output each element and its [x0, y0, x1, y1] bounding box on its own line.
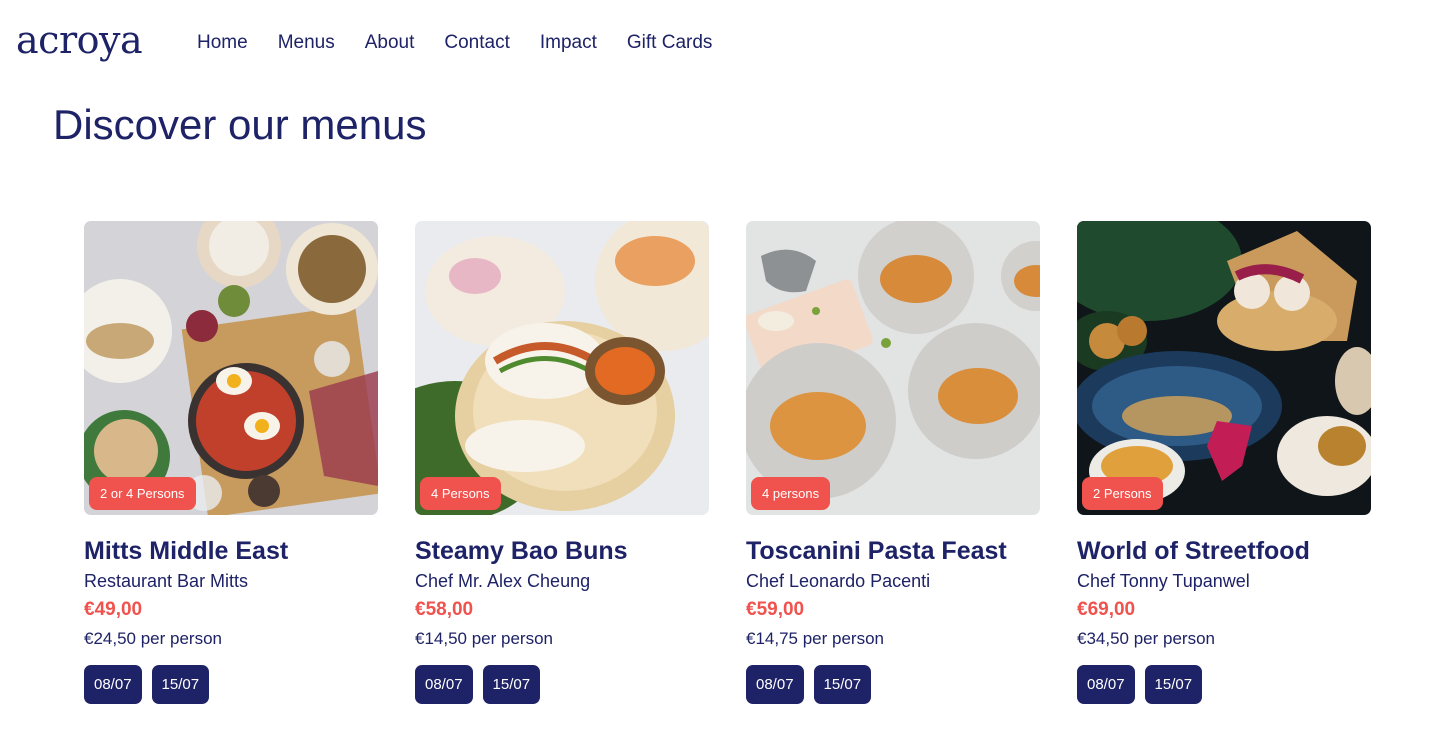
menu-image-streetfood[interactable]: 2 Persons [1077, 221, 1371, 515]
menu-title[interactable]: Steamy Bao Buns [415, 535, 709, 567]
menu-price: €49,00 [84, 599, 143, 620]
main-nav: Home Menus About Contact Impact Gift Car… [197, 31, 742, 55]
menu-card-mitts[interactable]: 2 or 4 Persons Mitts Middle East Restaur… [84, 221, 378, 704]
nav-impact[interactable]: Impact [540, 31, 597, 55]
menu-title[interactable]: Toscanini Pasta Feast [746, 535, 1040, 567]
nav-menus[interactable]: Menus [278, 31, 335, 55]
date-button[interactable]: 08/07 [415, 665, 473, 704]
date-button[interactable]: 08/07 [746, 665, 804, 704]
menu-card-streetfood[interactable]: 2 Persons World of Streetfood Chef Tonny… [1077, 221, 1371, 704]
menu-price-per-person: €14,75 per person [746, 629, 884, 648]
date-button[interactable]: 15/07 [482, 665, 541, 704]
menu-chef: Restaurant Bar Mitts [84, 571, 249, 591]
menu-price-per-person: €34,50 per person [1077, 629, 1215, 648]
menu-image-bao-buns[interactable]: 4 Persons [415, 221, 709, 515]
menu-title[interactable]: Mitts Middle East [84, 535, 378, 567]
persons-badge: 2 Persons [1082, 477, 1163, 510]
date-button[interactable]: 08/07 [1077, 665, 1135, 704]
menu-image-pasta[interactable]: 4 persons [746, 221, 1040, 515]
date-button[interactable]: 15/07 [813, 665, 872, 704]
acroya-logo[interactable]: acroya [16, 16, 143, 64]
date-button[interactable]: 08/07 [84, 665, 142, 704]
nav-contact[interactable]: Contact [444, 31, 509, 55]
nav-home[interactable]: Home [197, 31, 248, 55]
menu-title[interactable]: World of Streetfood [1077, 535, 1371, 567]
persons-badge: 4 persons [751, 477, 831, 510]
menu-chef: Chef Leonardo Pacenti [746, 571, 931, 591]
nav-about[interactable]: About [365, 31, 415, 55]
menu-price: €69,00 [1077, 599, 1136, 620]
menu-card-bao[interactable]: 4 Persons Steamy Bao Buns Chef Mr. Alex … [415, 221, 709, 704]
menu-chef: Chef Tonny Tupanwel [1077, 571, 1250, 591]
page-title: Discover our menus [53, 101, 427, 148]
nav-gift-cards[interactable]: Gift Cards [627, 31, 713, 55]
menu-price-per-person: €24,50 per person [84, 629, 222, 648]
menu-image-middle-east[interactable]: 2 or 4 Persons [84, 221, 378, 515]
date-options: 08/07 15/07 [415, 665, 709, 704]
menu-price: €58,00 [415, 599, 474, 620]
persons-badge: 4 Persons [420, 477, 501, 510]
menu-price-per-person: €14,50 per person [415, 629, 553, 648]
date-options: 08/07 15/07 [746, 665, 1040, 704]
menu-price: €59,00 [746, 599, 805, 620]
menu-card-pasta[interactable]: 4 persons Toscanini Pasta Feast Chef Leo… [746, 221, 1040, 704]
persons-badge: 2 or 4 Persons [89, 477, 196, 510]
date-options: 08/07 15/07 [84, 665, 378, 704]
menu-chef: Chef Mr. Alex Cheung [415, 571, 591, 591]
date-button[interactable]: 15/07 [1144, 665, 1203, 704]
date-options: 08/07 15/07 [1077, 665, 1371, 704]
date-button[interactable]: 15/07 [151, 665, 210, 704]
